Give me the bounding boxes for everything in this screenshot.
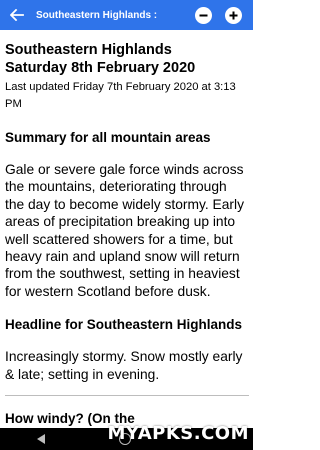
section-divider [5, 395, 249, 397]
summary-text: Gale or severe gale force winds across t… [5, 162, 244, 299]
arrow-left-icon [10, 9, 24, 21]
back-button[interactable] [0, 0, 34, 30]
nav-back-icon[interactable] [37, 434, 46, 444]
forecast-area-title: Southeastern Highlands [5, 42, 172, 58]
forecast-content[interactable]: Southeastern Highlands Saturday 8th Febr… [5, 30, 249, 428]
summary-heading: Summary for all mountain areas [5, 130, 211, 145]
zoom-in-button[interactable] [225, 6, 242, 24]
watermark-logo: MYAPKS.COM [107, 423, 249, 444]
headline-heading: Headline for Southeastern Highlands [5, 317, 243, 333]
app-bar: Southeastern Highlands : [0, 0, 253, 30]
last-updated-text: Last updated Friday 7th February 2020 at… [5, 81, 236, 110]
minus-circle-icon [199, 14, 208, 16]
headline-text: Increasingly stormy. Snow mostly early &… [5, 349, 243, 382]
forecast-date: Saturday 8th February 2020 [5, 60, 196, 76]
zoom-out-button[interactable] [195, 6, 212, 24]
plus-circle-icon [229, 11, 238, 19]
app-bar-title: Southeastern Highlands : [36, 9, 158, 21]
